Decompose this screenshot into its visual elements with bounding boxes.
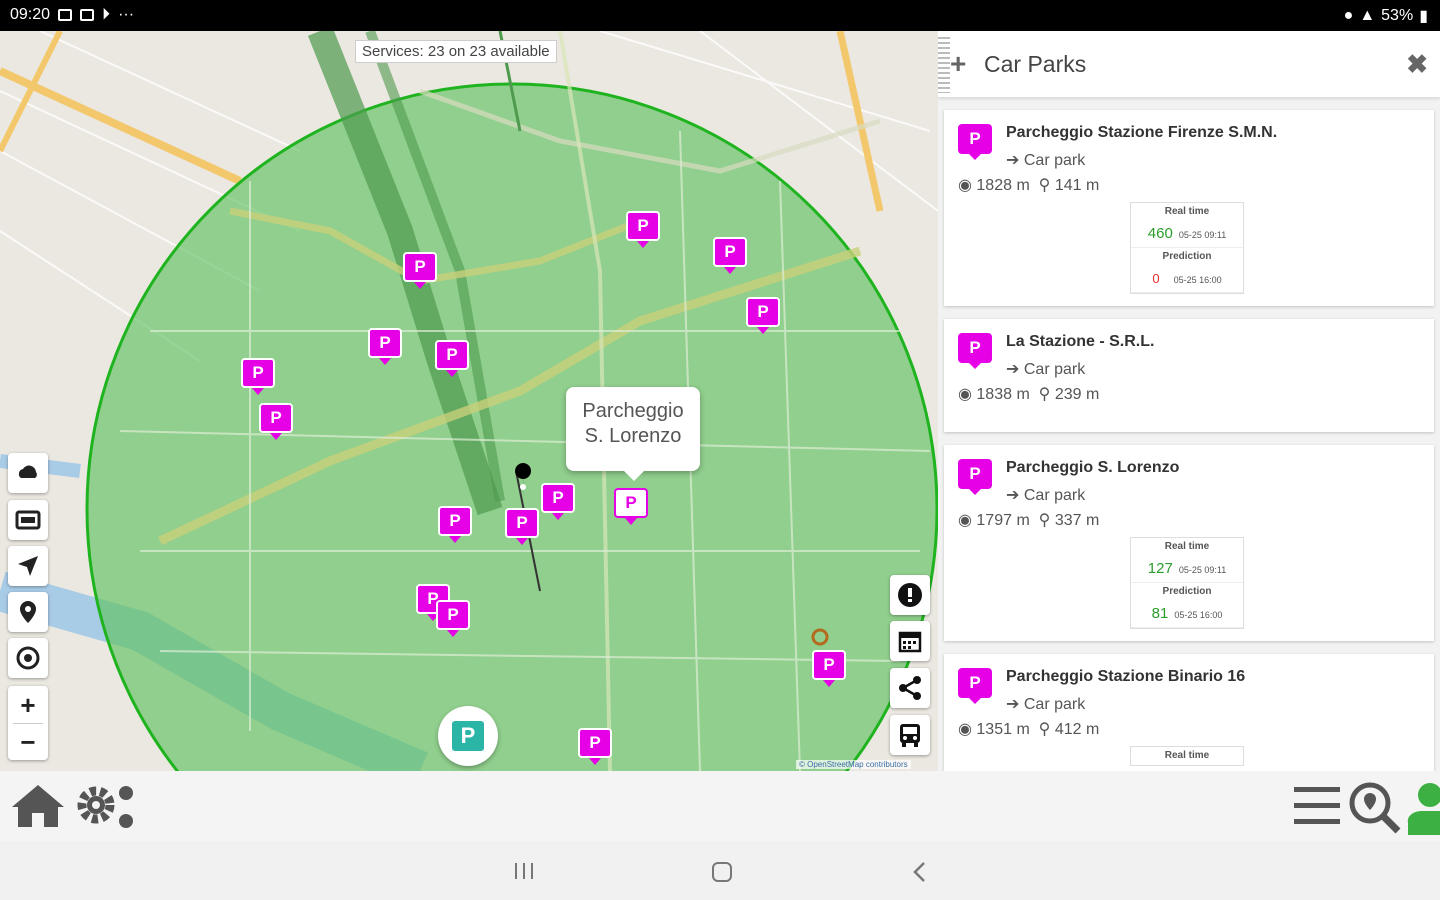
- map-popup[interactable]: Parcheggio S. Lorenzo: [566, 387, 700, 481]
- car-park-type: ➔ Car park: [1006, 361, 1086, 378]
- car-park-name: Parcheggio S. Lorenzo: [1006, 459, 1180, 476]
- drag-handle[interactable]: [938, 37, 950, 93]
- battery-icon: ▮: [1419, 8, 1428, 25]
- panel-title: Car Parks: [984, 51, 1087, 77]
- prediction-value: 0: [1152, 271, 1160, 286]
- parking-icon: P: [452, 721, 484, 751]
- target-icon: [16, 646, 40, 670]
- car-park-name: Parcheggio Stazione Firenze S.M.N.: [1006, 124, 1278, 141]
- map-view[interactable]: Services: 23 on 23 available P P P P P P…: [0, 31, 938, 771]
- realtime-value: 460: [1147, 225, 1173, 242]
- map-pin-icon: [20, 601, 36, 623]
- more-notifications: ···: [118, 6, 135, 23]
- availability-table: Real time 460 05-25 09:11 Prediction 0 05-…: [1130, 202, 1244, 294]
- battery-level: 53%: [1381, 7, 1414, 24]
- car-park-distances: ◉ 1838 m ⚲ 239 m: [958, 386, 1100, 403]
- car-park-marker[interactable]: P: [713, 237, 747, 274]
- notification-icon: [80, 9, 95, 21]
- car-park-marker[interactable]: P: [259, 403, 293, 440]
- car-park-type: ➔ Car park: [1006, 152, 1086, 169]
- car-park-name: Parcheggio Stazione Binario 16: [1006, 668, 1246, 685]
- panel-icon: [15, 510, 41, 530]
- car-park-marker[interactable]: P: [541, 483, 575, 520]
- navigation-arrow-icon: [18, 556, 38, 576]
- car-park-type: ➔ Car park: [1006, 487, 1086, 504]
- calendar-icon: [898, 631, 922, 653]
- car-parks-panel: + Car Parks ✖ P Parcheggio Stazione Fire…: [938, 31, 1440, 771]
- weather-button[interactable]: [8, 453, 48, 493]
- recent-apps-icon[interactable]: [512, 861, 536, 881]
- share-button[interactable]: [890, 668, 930, 708]
- car-park-card[interactable]: P La Stazione - S.R.L. ➔ Car park ◉ 1838…: [944, 319, 1434, 432]
- car-park-icon: P: [958, 124, 994, 160]
- location-icon: ●: [1343, 7, 1354, 24]
- home-icon[interactable]: [8, 781, 68, 831]
- car-park-card[interactable]: P Parcheggio Stazione Firenze S.M.N. ➔ C…: [944, 110, 1434, 306]
- gallery-icon: [58, 9, 73, 21]
- calendar-button[interactable]: [890, 621, 930, 661]
- car-park-marker[interactable]: P: [436, 600, 470, 637]
- info-icon: [898, 583, 922, 607]
- signal-icon: ▲: [1359, 7, 1376, 24]
- car-park-distances: ◉ 1828 m ⚲ 141 m: [958, 177, 1100, 194]
- zoom-in-button[interactable]: +: [20, 687, 35, 723]
- status-time: 09:20: [10, 6, 51, 23]
- car-park-marker[interactable]: P: [438, 506, 472, 543]
- car-park-marker[interactable]: P: [505, 508, 539, 545]
- car-park-marker[interactable]: P: [746, 297, 780, 334]
- share-icon: [899, 676, 921, 700]
- navigate-button[interactable]: [8, 546, 48, 586]
- car-park-name: La Stazione - S.R.L.: [1006, 333, 1155, 350]
- popup-title-line2: S. Lorenzo: [584, 425, 682, 447]
- layers-button[interactable]: [8, 500, 48, 540]
- realtime-value: 127: [1147, 560, 1173, 577]
- car-park-icon: P: [958, 459, 994, 495]
- panel-header: + Car Parks ✖: [938, 31, 1440, 97]
- popup-title-line1: Parcheggio: [582, 400, 684, 422]
- close-icon[interactable]: ✖: [1406, 49, 1428, 80]
- car-park-distances: ◉ 1351 m ⚲ 412 m: [958, 721, 1100, 738]
- parking-filter-button[interactable]: P: [438, 706, 498, 766]
- add-icon[interactable]: +: [950, 49, 966, 79]
- prediction-value: 81: [1151, 605, 1169, 622]
- car-park-marker[interactable]: P: [241, 358, 275, 395]
- search-place-icon[interactable]: [1346, 779, 1404, 835]
- cloud-icon: [18, 465, 37, 478]
- home-nav-icon[interactable]: [711, 861, 733, 883]
- car-park-card[interactable]: P Parcheggio Stazione Binario 16 ➔ Car p…: [944, 654, 1434, 771]
- settings-icon[interactable]: [72, 779, 142, 835]
- status-bar: 09:20 ⏵ ··· ● ▲ 53% ▮: [0, 0, 1440, 31]
- car-park-marker[interactable]: P: [403, 252, 437, 289]
- system-navigation-bar: [0, 841, 1440, 900]
- car-park-icon: P: [958, 668, 994, 704]
- car-park-marker[interactable]: P: [578, 728, 612, 765]
- availability-table: Real time: [1130, 746, 1244, 766]
- car-park-icon: P: [958, 333, 994, 369]
- media-icon: ⏵: [102, 6, 111, 23]
- back-icon[interactable]: [910, 861, 930, 883]
- bus-icon: [900, 724, 920, 747]
- car-park-marker[interactable]: P: [812, 650, 846, 687]
- car-park-card[interactable]: P Parcheggio S. Lorenzo ➔ Car park ◉ 179…: [944, 445, 1434, 641]
- car-park-distances: ◉ 1797 m ⚲ 337 m: [958, 512, 1100, 529]
- transport-button[interactable]: [890, 715, 930, 755]
- zoom-control: + −: [8, 686, 48, 760]
- user-icon[interactable]: [1404, 779, 1440, 835]
- bottom-toolbar: [0, 771, 1440, 841]
- car-park-marker[interactable]: P: [435, 340, 469, 377]
- menu-icon[interactable]: [1292, 783, 1346, 829]
- map-tiles: [0, 31, 938, 771]
- services-counter: Services: 23 on 23 available: [355, 40, 557, 63]
- selected-car-park-marker[interactable]: P: [614, 488, 648, 525]
- map-attribution[interactable]: © OpenStreetMap contributors: [796, 760, 911, 769]
- place-button[interactable]: [8, 592, 48, 632]
- car-park-marker[interactable]: P: [626, 211, 660, 248]
- car-park-marker[interactable]: P: [368, 328, 402, 365]
- car-park-type: ➔ Car park: [1006, 696, 1086, 713]
- availability-table: Real time 127 05-25 09:11 Prediction 81 05…: [1130, 537, 1244, 629]
- zoom-out-button[interactable]: −: [20, 724, 35, 760]
- my-location-button[interactable]: [8, 638, 48, 678]
- info-button[interactable]: [890, 575, 930, 615]
